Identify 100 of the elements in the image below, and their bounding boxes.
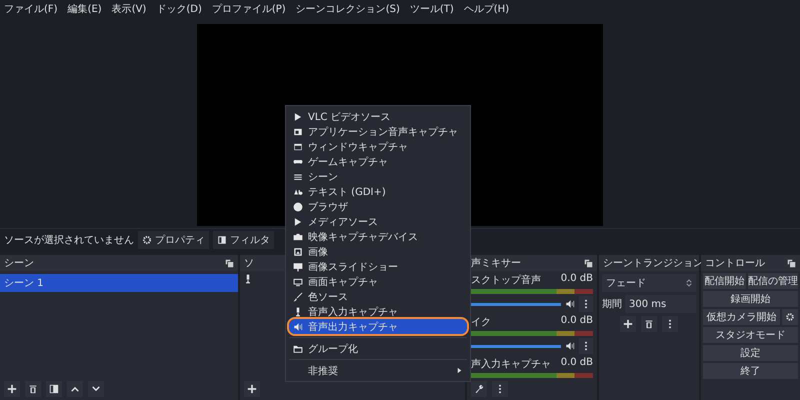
db-reading: 0.0 dB bbox=[560, 357, 593, 370]
spinner-icon[interactable] bbox=[686, 278, 692, 288]
menu-item[interactable]: ドック(D) bbox=[156, 2, 202, 16]
add-button[interactable] bbox=[620, 316, 636, 332]
delete-button[interactable] bbox=[25, 381, 41, 397]
microphone-icon bbox=[293, 306, 303, 316]
menu-item[interactable]: 表示(V) bbox=[112, 2, 146, 16]
menu-item[interactable]: 音声入力キャプチャ bbox=[289, 304, 467, 319]
wrench-icon bbox=[474, 384, 484, 394]
filter-icon bbox=[217, 235, 227, 245]
filter-button[interactable] bbox=[46, 381, 62, 397]
add-button[interactable] bbox=[244, 381, 260, 397]
menu-item[interactable]: テキスト (GDI+) bbox=[289, 184, 467, 199]
menu-item[interactable]: シーン bbox=[289, 169, 467, 184]
menu-item[interactable]: 映像キャプチャデバイス bbox=[289, 229, 467, 244]
control-button[interactable]: スタジオモード bbox=[703, 327, 798, 343]
speaker-icon[interactable] bbox=[565, 341, 575, 351]
add-button[interactable] bbox=[4, 381, 20, 397]
toolbar-button[interactable]: フィルタ bbox=[213, 231, 274, 249]
gear-icon bbox=[142, 235, 152, 245]
menu-item[interactable]: 画像 bbox=[289, 244, 467, 259]
transition-dropdown[interactable]: フェード bbox=[602, 274, 696, 292]
menu-item[interactable]: ファイル(F) bbox=[4, 2, 58, 16]
play-icon bbox=[293, 112, 303, 122]
menu-item[interactable]: プロファイル(P) bbox=[212, 2, 286, 16]
panel-title: 声ミキサー bbox=[471, 256, 521, 270]
control-button[interactable]: 録画開始 bbox=[703, 291, 798, 307]
more-button[interactable] bbox=[579, 296, 593, 312]
more-icon bbox=[584, 299, 588, 309]
more-button[interactable] bbox=[662, 316, 678, 332]
channel-name: 声入力キャプチャ bbox=[471, 358, 551, 371]
settings-button[interactable] bbox=[782, 309, 798, 325]
camera-icon bbox=[293, 232, 303, 242]
control-button[interactable]: 終了 bbox=[703, 363, 798, 379]
panel-title: ソ bbox=[244, 257, 254, 270]
menu-item[interactable]: メディアソース bbox=[289, 214, 467, 229]
undock-icon[interactable] bbox=[584, 258, 593, 268]
plus-icon bbox=[247, 384, 257, 394]
plus-icon bbox=[7, 384, 17, 394]
globe-icon bbox=[293, 202, 303, 212]
speaker-icon bbox=[293, 322, 303, 332]
menu-item[interactable]: 音声出力キャプチャ bbox=[289, 319, 467, 334]
status-text: ソースが選択されていません bbox=[4, 234, 134, 247]
menu-item[interactable]: 画像スライドショー bbox=[289, 259, 467, 274]
wrench-button[interactable] bbox=[471, 381, 487, 397]
move-up-button[interactable] bbox=[67, 381, 83, 397]
speaker-icon[interactable] bbox=[565, 299, 575, 309]
brush-icon bbox=[293, 292, 303, 302]
menu-item[interactable]: 編集(E) bbox=[68, 2, 102, 16]
db-reading: 0.0 dB bbox=[560, 273, 593, 286]
more-button[interactable] bbox=[579, 338, 593, 354]
plus-icon bbox=[623, 319, 633, 329]
window-icon bbox=[293, 142, 303, 152]
monitor-icon bbox=[293, 276, 303, 286]
filter-icon bbox=[49, 384, 59, 394]
menu-item[interactable]: ツール(T) bbox=[410, 2, 454, 16]
panel-title: シーン bbox=[4, 257, 34, 270]
duration-field[interactable]: 300 ms bbox=[625, 295, 696, 313]
microphone-icon bbox=[243, 274, 253, 284]
menu-item[interactable]: アプリケーション音声キャプチャ bbox=[289, 124, 467, 139]
chevron-up-icon bbox=[70, 384, 80, 394]
image-icon bbox=[293, 246, 303, 256]
duration-label: 期間 bbox=[602, 298, 622, 311]
trash-icon bbox=[644, 319, 654, 329]
gear-icon bbox=[785, 312, 795, 322]
menu-item[interactable]: VLC ビデオソース bbox=[289, 109, 467, 124]
scene-item[interactable]: シーン 1 bbox=[0, 274, 238, 292]
move-down-button[interactable] bbox=[88, 381, 104, 397]
undock-icon[interactable] bbox=[225, 258, 234, 268]
menu-item[interactable]: ウィンドウキャプチャ bbox=[289, 139, 467, 154]
slideshow-icon bbox=[293, 262, 303, 272]
folder-icon bbox=[293, 344, 303, 354]
app-window-icon bbox=[293, 126, 303, 136]
db-reading: 0.0 dB bbox=[560, 315, 593, 328]
menu-item[interactable]: グループ化 bbox=[289, 341, 467, 356]
control-button[interactable]: 配信開始 bbox=[703, 273, 746, 289]
volume-slider[interactable] bbox=[471, 302, 561, 306]
more-icon bbox=[584, 341, 588, 351]
control-button[interactable]: 仮想カメラ開始 bbox=[703, 309, 780, 325]
undock-icon[interactable] bbox=[787, 258, 796, 268]
menu-item[interactable]: 非推奨 bbox=[289, 363, 467, 378]
list-icon bbox=[293, 172, 303, 182]
toolbar-button[interactable]: プロパティ bbox=[138, 231, 209, 249]
menu-item[interactable]: 色ソース bbox=[289, 289, 467, 304]
control-button[interactable]: 設定 bbox=[703, 345, 798, 361]
menu-item[interactable]: 画面キャプチャ bbox=[289, 274, 467, 289]
trash-icon bbox=[28, 384, 38, 394]
menu-item[interactable]: ゲームキャプチャ bbox=[289, 154, 467, 169]
volume-slider[interactable] bbox=[471, 344, 561, 348]
channel-name: スクトップ音声 bbox=[471, 274, 541, 287]
more-button[interactable] bbox=[492, 381, 508, 397]
more-icon bbox=[498, 384, 502, 394]
control-button[interactable]: 配信の管理 bbox=[748, 273, 798, 289]
menu-item[interactable]: シーンコレクション(S) bbox=[296, 2, 400, 16]
delete-button[interactable] bbox=[641, 316, 657, 332]
menu-item[interactable]: ヘルプ(H) bbox=[464, 2, 510, 16]
chevron-down-icon bbox=[91, 384, 101, 394]
menu-item[interactable]: ブラウザ bbox=[289, 199, 467, 214]
more-icon bbox=[668, 319, 672, 329]
panel-title: コントロール bbox=[705, 257, 765, 270]
